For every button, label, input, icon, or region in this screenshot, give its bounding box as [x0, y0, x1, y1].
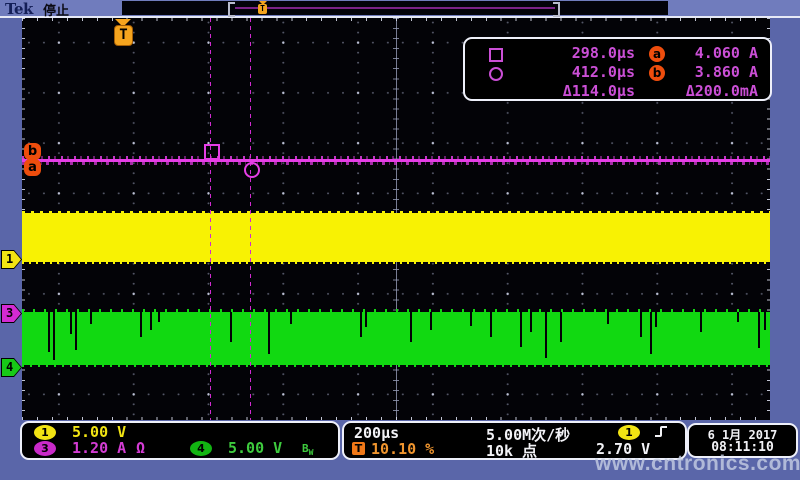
cursor-b-circle-marker-icon	[244, 162, 260, 178]
circle-cursor-icon	[489, 67, 503, 81]
mini-trigger-position-icon: T	[258, 1, 268, 15]
trigger-position-marker: T	[108, 18, 138, 64]
bandwidth-b: B	[302, 442, 309, 455]
rising-edge-icon	[654, 424, 668, 443]
acquisition-preview-bar: T	[122, 1, 668, 15]
ch4-low-pulse	[655, 312, 657, 327]
graticule-edge-ticks-bottom	[22, 417, 770, 420]
watermark-text: www.cntronics.com	[595, 452, 800, 476]
cursor-delta-time: Δ114.0µs	[523, 82, 635, 100]
trigger-t-icon: T	[114, 25, 133, 46]
ch4-low-pulse	[75, 312, 77, 350]
trigger-source-badge: 1	[618, 425, 640, 440]
ch4-low-pulse	[758, 312, 760, 348]
ch3-trace-noise-lower	[22, 162, 770, 165]
bandwidth-w: W	[309, 448, 314, 457]
cursor-b-vertical-line	[250, 18, 251, 420]
ch4-low-pulse	[70, 312, 72, 334]
trigger-position-percent: 10.10 %	[371, 440, 434, 458]
mini-trigger-t-icon: T	[258, 4, 267, 14]
ch4-low-pulse	[470, 312, 472, 326]
ch4-low-pulse	[230, 312, 232, 342]
trigger-position-t-icon: T	[352, 442, 365, 455]
ch4-low-pulse	[545, 312, 547, 358]
cursor-a-value: 4.060 A	[655, 44, 758, 62]
ch4-low-pulse	[520, 312, 522, 347]
ch3-scale: 1.20 A	[72, 439, 126, 457]
ch1-position-marker: 1	[1, 250, 22, 269]
cursor-b-time: 412.0µs	[523, 63, 635, 81]
ch1-waveform-band	[22, 213, 770, 262]
tek-logo: Tek	[5, 0, 33, 18]
cursor-delta-value: Δ200.0mA	[655, 82, 758, 100]
ch4-low-pulse	[737, 312, 739, 322]
ch4-low-pulse	[90, 312, 92, 324]
cursor-a-vertical-line	[210, 18, 211, 420]
ohm-coupling-symbol: Ω	[136, 439, 145, 457]
ch4-low-pulse	[560, 312, 562, 342]
ch4-scale: 5.00 V	[228, 439, 282, 457]
ch4-low-pulse	[158, 312, 160, 322]
ch3-position-marker: 3	[1, 304, 22, 323]
cursor-readout-box: 298.0µs a 4.060 A 412.0µs b 3.860 A Δ114…	[463, 37, 772, 101]
ch3-waveform-trace	[22, 154, 770, 166]
cursor-b-value: 3.860 A	[655, 63, 758, 81]
record-length-readout: 10k 点	[486, 440, 537, 461]
ch4-low-pulse	[490, 312, 492, 337]
ch4-low-pulse	[360, 312, 362, 337]
ch1-badge: 1	[34, 425, 56, 440]
ch4-low-pulse	[268, 312, 270, 354]
ch4-band	[22, 312, 770, 365]
ch3-position-label: 3	[2, 305, 21, 322]
ch4-low-pulse	[150, 312, 152, 330]
ch4-position-label: 4	[2, 359, 21, 376]
ch4-low-pulse	[640, 312, 642, 337]
ch4-low-pulse	[53, 312, 55, 360]
cursor-a-level-badge: a	[24, 159, 41, 176]
window-bracket-right	[553, 2, 560, 17]
ch4-position-marker: 4	[1, 358, 22, 377]
bandwidth-limit-icon: BW	[302, 442, 313, 457]
cursor-b-level-badge: b	[24, 143, 41, 160]
channel-scale-readout-box: 1 5.00 V 3 1.20 A Ω 4 5.00 V BW	[20, 421, 340, 460]
ch3-badge: 3	[34, 441, 56, 456]
ch4-low-pulse	[410, 312, 412, 342]
ch4-low-pulse	[290, 312, 292, 324]
cursor-a-square-marker-icon	[204, 144, 220, 160]
acquisition-status: 停止	[43, 0, 69, 19]
window-bracket-left	[228, 2, 235, 17]
square-cursor-icon	[489, 48, 503, 62]
acquisition-window-line	[235, 7, 555, 9]
ch4-low-pulse	[607, 312, 609, 324]
ch4-low-pulse	[48, 312, 50, 352]
ch4-low-pulse	[430, 312, 432, 330]
ch4-low-pulse	[764, 312, 766, 330]
cursor-a-time: 298.0µs	[523, 44, 635, 62]
ch4-badge: 4	[190, 441, 212, 456]
ch4-low-pulse	[530, 312, 532, 332]
ch4-low-pulse	[650, 312, 652, 354]
ch1-position-label: 1	[2, 251, 21, 268]
top-status-strip: Tek 停止 T	[0, 0, 800, 18]
ch4-low-pulse	[700, 312, 702, 332]
ch4-low-pulse	[365, 312, 367, 327]
ch4-low-pulse	[140, 312, 142, 337]
